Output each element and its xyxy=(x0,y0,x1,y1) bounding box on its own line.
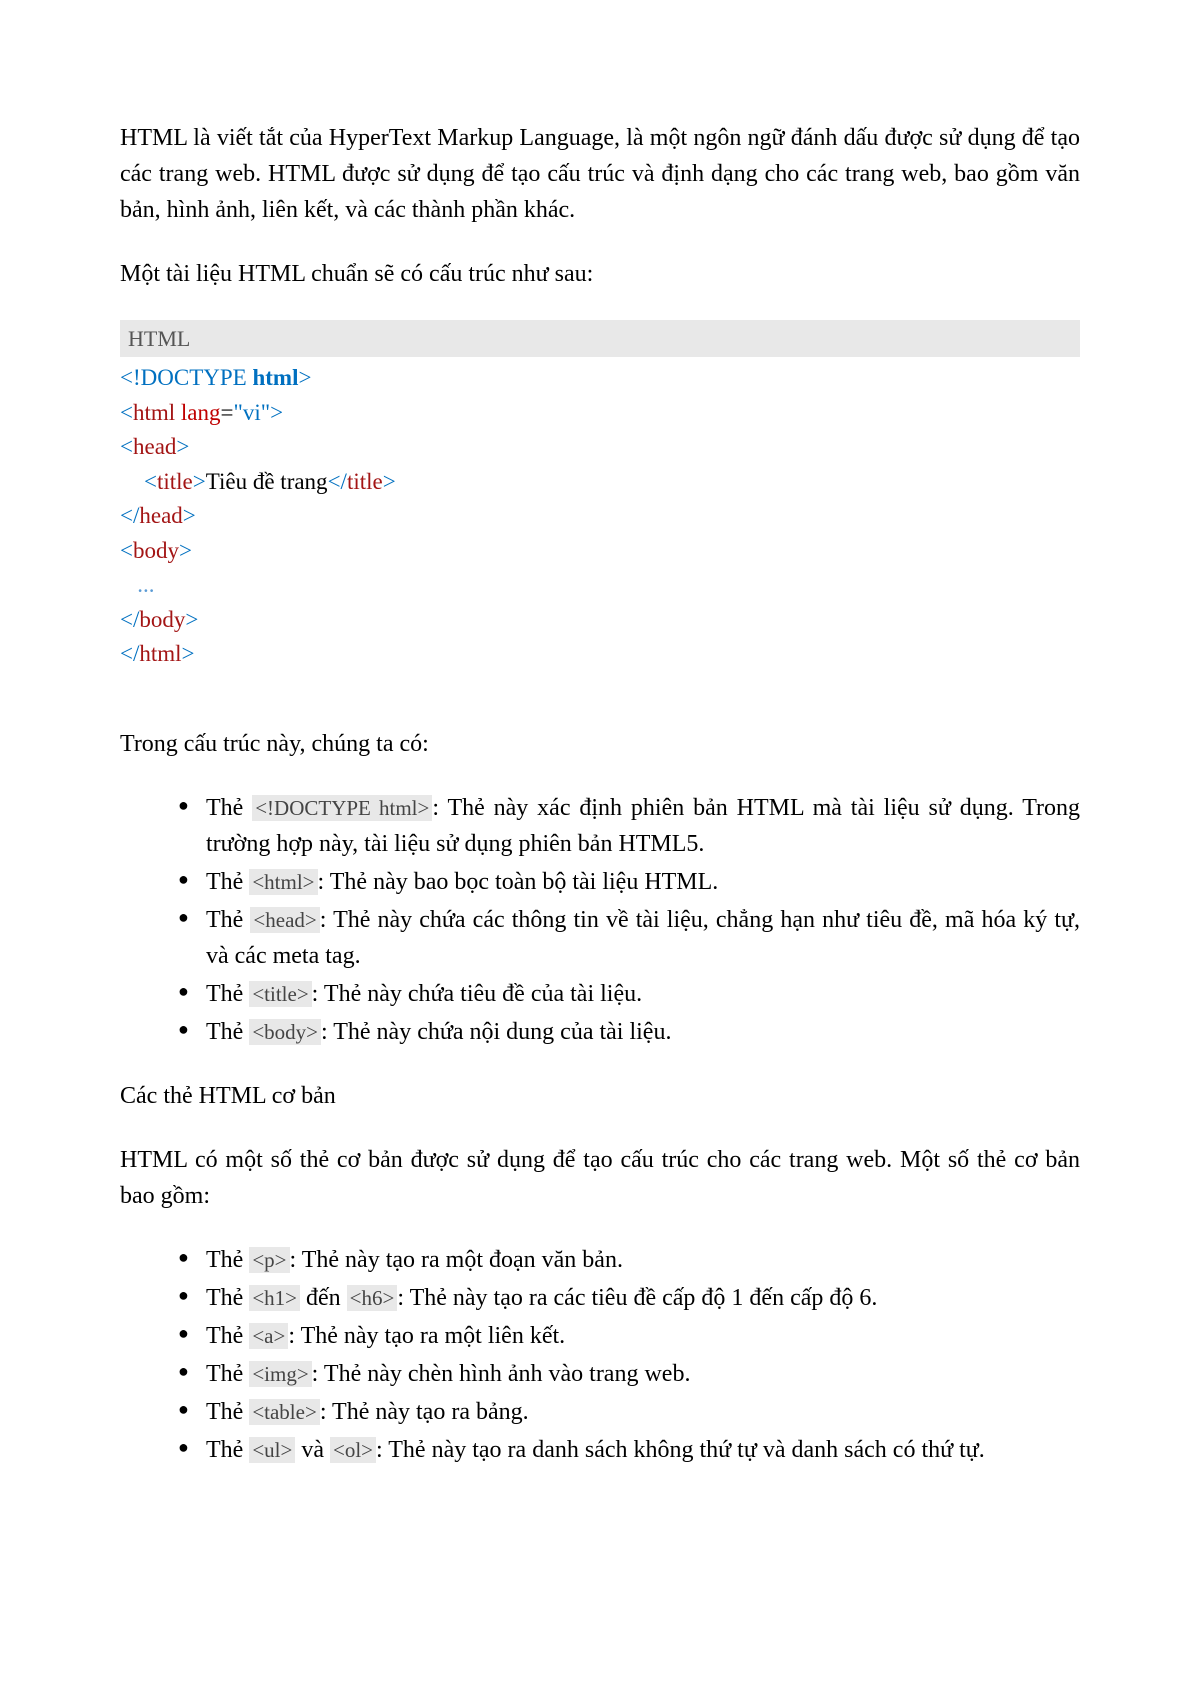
inline-code: <img> xyxy=(249,1361,311,1387)
list-item: Thẻ <h1> đến <h6>: Thẻ này tạo ra các ti… xyxy=(178,1280,1080,1316)
code-line: ... xyxy=(120,568,1080,603)
inline-code: <table> xyxy=(249,1399,320,1425)
structure-explain-intro: Trong cấu trúc này, chúng ta có: xyxy=(120,726,1080,762)
inline-code: <p> xyxy=(249,1247,289,1273)
list-item: Thẻ <a>: Thẻ này tạo ra một liên kết. xyxy=(178,1318,1080,1354)
code-line: </body> xyxy=(120,603,1080,638)
inline-code: <!DOCTYPE html> xyxy=(252,795,432,821)
code-block: HTML <!DOCTYPE html> <html lang="vi"> <h… xyxy=(120,320,1080,676)
inline-code: <body> xyxy=(249,1019,321,1045)
list-item: Thẻ <title>: Thẻ này chứa tiêu đề của tà… xyxy=(178,976,1080,1012)
intro-paragraph: HTML là viết tắt của HyperText Markup La… xyxy=(120,120,1080,228)
structure-intro: Một tài liệu HTML chuẩn sẽ có cấu trúc n… xyxy=(120,256,1080,292)
code-line: </head> xyxy=(120,499,1080,534)
list-item: Thẻ <html>: Thẻ này bao bọc toàn bộ tài … xyxy=(178,864,1080,900)
basic-tags-title: Các thẻ HTML cơ bản xyxy=(120,1078,1080,1114)
basic-tags-list: Thẻ <p>: Thẻ này tạo ra một đoạn văn bản… xyxy=(120,1242,1080,1468)
code-line: <body> xyxy=(120,534,1080,569)
list-item: Thẻ <body>: Thẻ này chứa nội dung của tà… xyxy=(178,1014,1080,1050)
list-item: Thẻ <p>: Thẻ này tạo ra một đoạn văn bản… xyxy=(178,1242,1080,1278)
code-line: <html lang="vi"> xyxy=(120,396,1080,431)
code-line: <!DOCTYPE html> xyxy=(120,361,1080,396)
basic-tags-intro: HTML có một số thẻ cơ bản được sử dụng đ… xyxy=(120,1142,1080,1214)
list-item: Thẻ <table>: Thẻ này tạo ra bảng. xyxy=(178,1394,1080,1430)
inline-code: <ul> xyxy=(249,1437,295,1463)
code-line: </html> xyxy=(120,637,1080,672)
list-item: Thẻ <ul> và <ol>: Thẻ này tạo ra danh sá… xyxy=(178,1432,1080,1468)
inline-code: <h1> xyxy=(249,1285,300,1311)
structure-list: Thẻ <!DOCTYPE html>: Thẻ này xác định ph… xyxy=(120,790,1080,1050)
code-block-body: <!DOCTYPE html> <html lang="vi"> <head> … xyxy=(120,357,1080,676)
list-item: Thẻ <!DOCTYPE html>: Thẻ này xác định ph… xyxy=(178,790,1080,862)
inline-code: <a> xyxy=(249,1323,288,1349)
list-item: Thẻ <head>: Thẻ này chứa các thông tin v… xyxy=(178,902,1080,974)
code-line: <head> xyxy=(120,430,1080,465)
inline-code: <title> xyxy=(249,981,311,1007)
list-item: Thẻ <img>: Thẻ này chèn hình ảnh vào tra… xyxy=(178,1356,1080,1392)
code-block-header: HTML xyxy=(120,320,1080,357)
inline-code: <h6> xyxy=(347,1285,398,1311)
inline-code: <html> xyxy=(249,869,317,895)
inline-code: <head> xyxy=(250,907,319,933)
code-line: <title>Tiêu đề trang</title> xyxy=(120,465,1080,500)
inline-code: <ol> xyxy=(330,1437,376,1463)
